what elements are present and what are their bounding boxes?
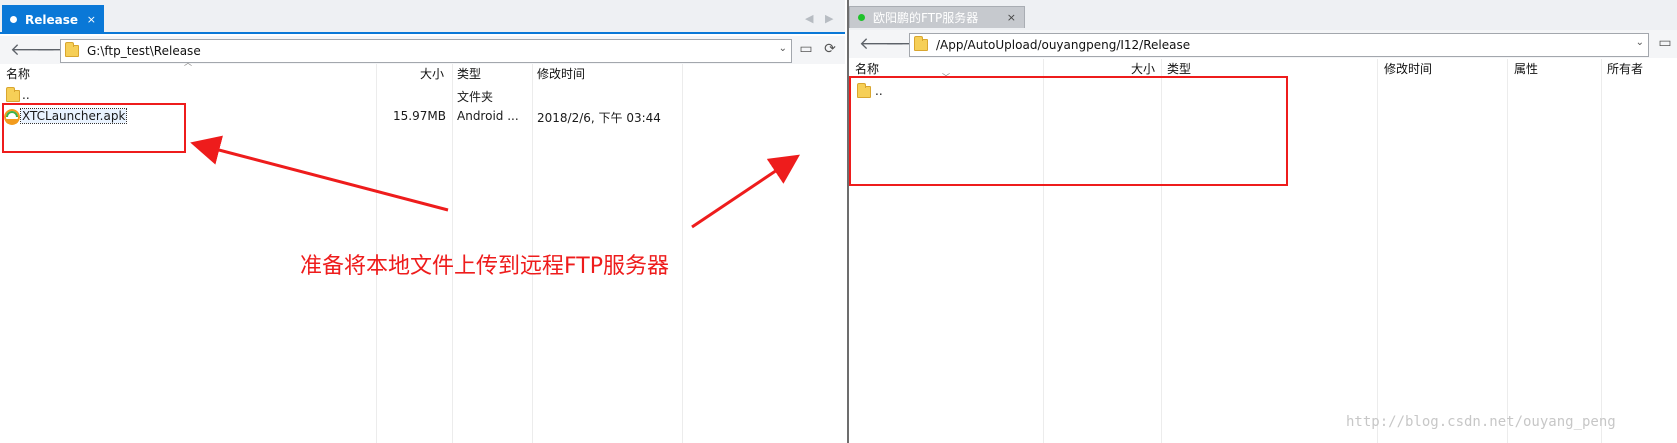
arrow-to-local-file bbox=[190, 135, 449, 212]
annotation-arrows bbox=[190, 135, 800, 229]
arrow-to-remote-folder bbox=[691, 154, 800, 229]
annotation-caption: 准备将本地文件上传到远程FTP服务器 bbox=[300, 254, 669, 279]
